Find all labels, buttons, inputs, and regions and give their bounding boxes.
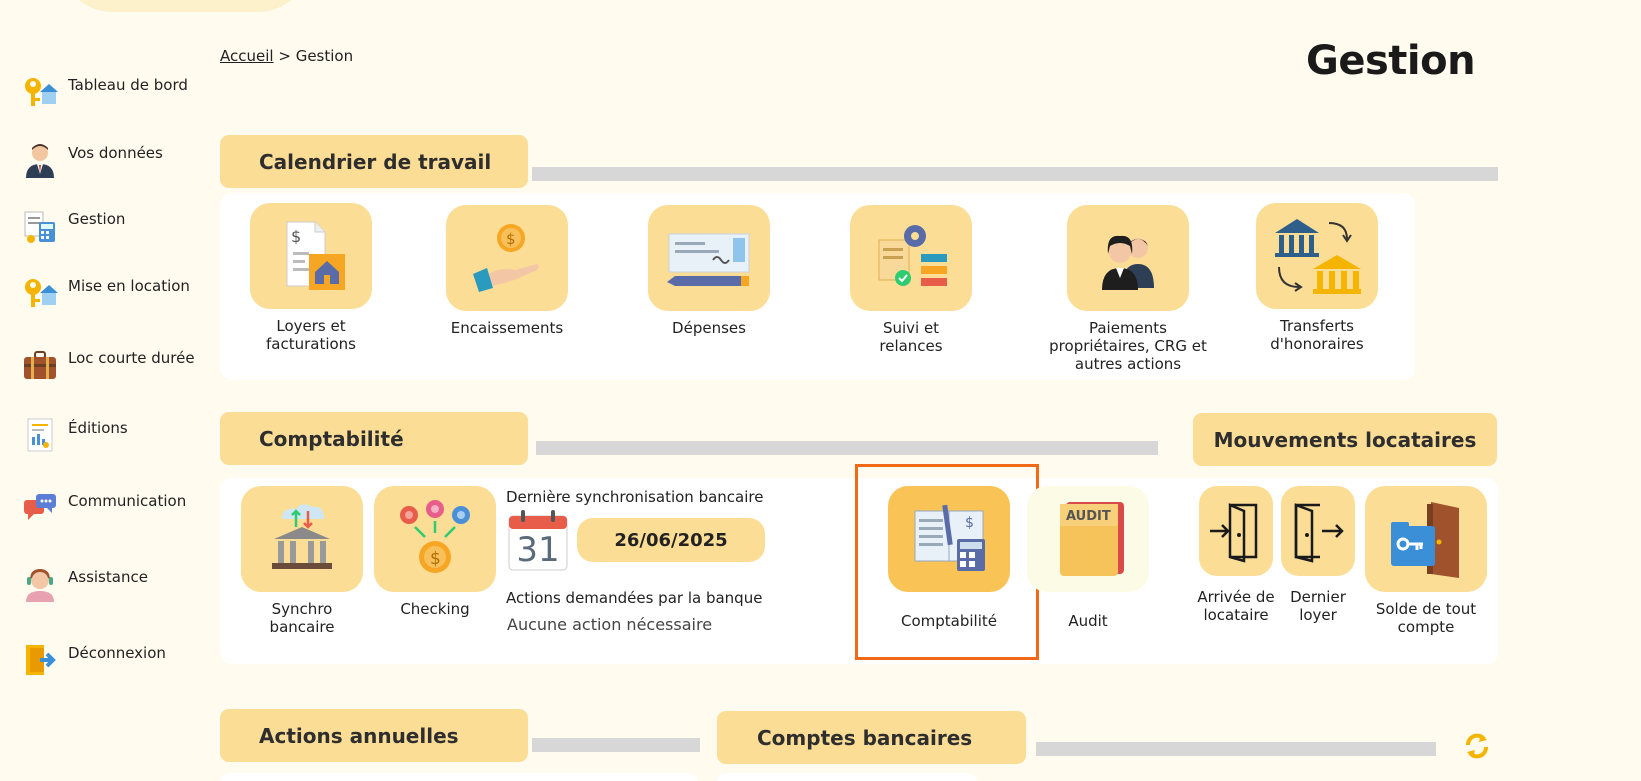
svg-text:AUDIT: AUDIT — [1066, 509, 1111, 524]
selection-highlight — [855, 464, 1039, 660]
tile-arrivee-locataire[interactable]: Arrivée de locataire — [1195, 486, 1277, 624]
svg-text:$: $ — [506, 230, 516, 248]
owners-icon — [1067, 205, 1189, 311]
refresh-icon[interactable] — [1462, 731, 1492, 761]
tile-paiements-proprietaires[interactable]: Paiements propriétaires, CRG et autres a… — [1043, 205, 1213, 373]
tile-suivi-relances[interactable]: Suivi et relances — [849, 205, 973, 355]
tile-label: Paiements propriétaires, CRG et autres a… — [1049, 319, 1207, 373]
tile-synchro-bancaire[interactable]: Synchro bancaire — [240, 486, 364, 636]
door-exit-icon — [1281, 486, 1355, 576]
tile-label: Dernier loyer — [1290, 588, 1346, 624]
house-key-icon — [22, 275, 58, 311]
calculator-documents-icon — [22, 208, 58, 244]
sidebar-item-label: Éditions — [68, 419, 128, 437]
tile-label: Checking — [400, 600, 470, 618]
tile-audit[interactable]: AUDIT Audit — [1026, 486, 1150, 630]
section-title: Actions annuelles — [259, 723, 459, 748]
house-key-icon — [22, 74, 58, 110]
tile-label: Suivi et relances — [879, 319, 943, 355]
report-document-icon — [22, 417, 58, 453]
calendrier-panel: $ Loyers et facturations $ Encaissements… — [220, 193, 1415, 380]
sidebar-item-label: Loc courte durée — [68, 349, 195, 367]
tile-label: Synchro bancaire — [269, 600, 335, 636]
actions-annuelles-panel — [220, 773, 698, 781]
sidebar-item-label: Gestion — [68, 210, 126, 228]
hand-coin-icon: $ — [446, 205, 568, 311]
svg-text:$: $ — [291, 227, 301, 246]
sidebar-item-vos-donnees[interactable]: Vos données — [22, 142, 163, 178]
tile-transferts-honoraires[interactable]: Transferts d'honoraires — [1255, 203, 1379, 353]
sidebar-item-gestion[interactable]: Gestion — [22, 208, 125, 244]
sidebar-item-label: Communication — [68, 492, 187, 510]
sidebar-item-label: Tableau de bord — [68, 76, 188, 94]
breadcrumb-current: Gestion — [295, 47, 354, 65]
section-title: Comptes bancaires — [757, 725, 973, 750]
calendar-day: 31 — [516, 530, 560, 570]
tile-label: Audit — [1068, 612, 1108, 630]
gear-checklist-icon — [850, 205, 972, 311]
tile-label: Transferts d'honoraires — [1270, 317, 1364, 353]
sidebar-item-communication[interactable]: Communication — [22, 490, 186, 526]
section-header-comptabilite: Comptabilité — [220, 412, 528, 465]
sidebar: Tableau de bord Vos données Gestion Mise… — [0, 0, 210, 781]
section-divider — [1036, 742, 1436, 756]
audit-folder-icon: AUDIT — [1027, 486, 1149, 592]
tile-loyers-facturations[interactable]: $ Loyers et facturations — [249, 203, 373, 353]
section-title: Mouvements locataires — [1213, 427, 1477, 452]
suitcase-icon — [22, 347, 58, 383]
section-header-calendrier: Calendrier de travail — [220, 135, 528, 188]
bank-transfer-icon — [1256, 203, 1378, 309]
tile-dernier-loyer[interactable]: Dernier loyer — [1279, 486, 1357, 624]
bank-actions-label: Actions demandées par la banque — [506, 589, 763, 607]
support-agent-icon — [22, 566, 58, 602]
key-folder-door-icon — [1365, 486, 1487, 592]
svg-text:$: $ — [430, 549, 441, 569]
tile-depenses[interactable]: Dépenses — [647, 205, 771, 337]
sidebar-item-mise-en-location[interactable]: Mise en location — [22, 275, 190, 311]
sidebar-item-label: Mise en location — [68, 277, 190, 295]
door-enter-icon — [1199, 486, 1273, 576]
sidebar-item-deconnexion[interactable]: Déconnexion — [22, 642, 166, 678]
last-sync-date: 26/06/2025 — [577, 518, 765, 562]
tile-label: Solde de tout compte — [1375, 600, 1477, 636]
sidebar-item-editions[interactable]: Éditions — [22, 417, 128, 453]
breadcrumb-separator: > — [278, 47, 291, 65]
section-title: Comptabilité — [259, 426, 404, 451]
section-divider — [536, 441, 1158, 455]
sidebar-item-loc-courte-duree[interactable]: Loc courte durée — [22, 347, 195, 383]
tile-checking[interactable]: $ Checking — [373, 486, 497, 618]
calendar-icon: 31 — [507, 508, 569, 572]
breadcrumb-home-link[interactable]: Accueil — [220, 47, 274, 65]
coin-network-icon: $ — [374, 486, 496, 592]
user-profile-icon — [22, 142, 58, 178]
bank-actions-value: Aucune action nécessaire — [507, 615, 713, 634]
section-title: Calendrier de travail — [259, 149, 492, 174]
comptes-bancaires-panel — [717, 773, 977, 781]
section-header-actions-annuelles: Actions annuelles — [220, 709, 528, 762]
tile-label: Arrivée de locataire — [1197, 588, 1275, 624]
chat-bubbles-icon — [22, 490, 58, 526]
section-divider — [532, 738, 700, 752]
cheque-pen-icon — [648, 205, 770, 311]
bank-sync-icon — [241, 486, 363, 592]
tile-label: Dépenses — [672, 319, 746, 337]
tile-solde-tout-compte[interactable]: Solde de tout compte — [1363, 486, 1489, 636]
section-divider — [532, 167, 1498, 181]
section-header-mouvements: Mouvements locataires — [1193, 413, 1497, 466]
sidebar-item-assistance[interactable]: Assistance — [22, 566, 148, 602]
sidebar-item-tableau-de-bord[interactable]: Tableau de bord — [22, 74, 188, 110]
sidebar-item-label: Déconnexion — [68, 644, 166, 662]
breadcrumb: Accueil > Gestion — [220, 47, 353, 65]
section-header-comptes-bancaires: Comptes bancaires — [717, 711, 1026, 764]
page-title: Gestion — [1306, 38, 1476, 84]
logout-door-icon — [22, 642, 58, 678]
invoice-house-icon: $ — [250, 203, 372, 309]
sidebar-item-label: Assistance — [68, 568, 148, 586]
tile-label: Encaissements — [450, 319, 564, 337]
tile-label: Loyers et facturations — [265, 317, 356, 353]
tile-encaissements[interactable]: $ Encaissements — [445, 205, 569, 337]
sidebar-item-label: Vos données — [68, 144, 163, 162]
last-sync-label: Dernière synchronisation bancaire — [506, 488, 764, 506]
